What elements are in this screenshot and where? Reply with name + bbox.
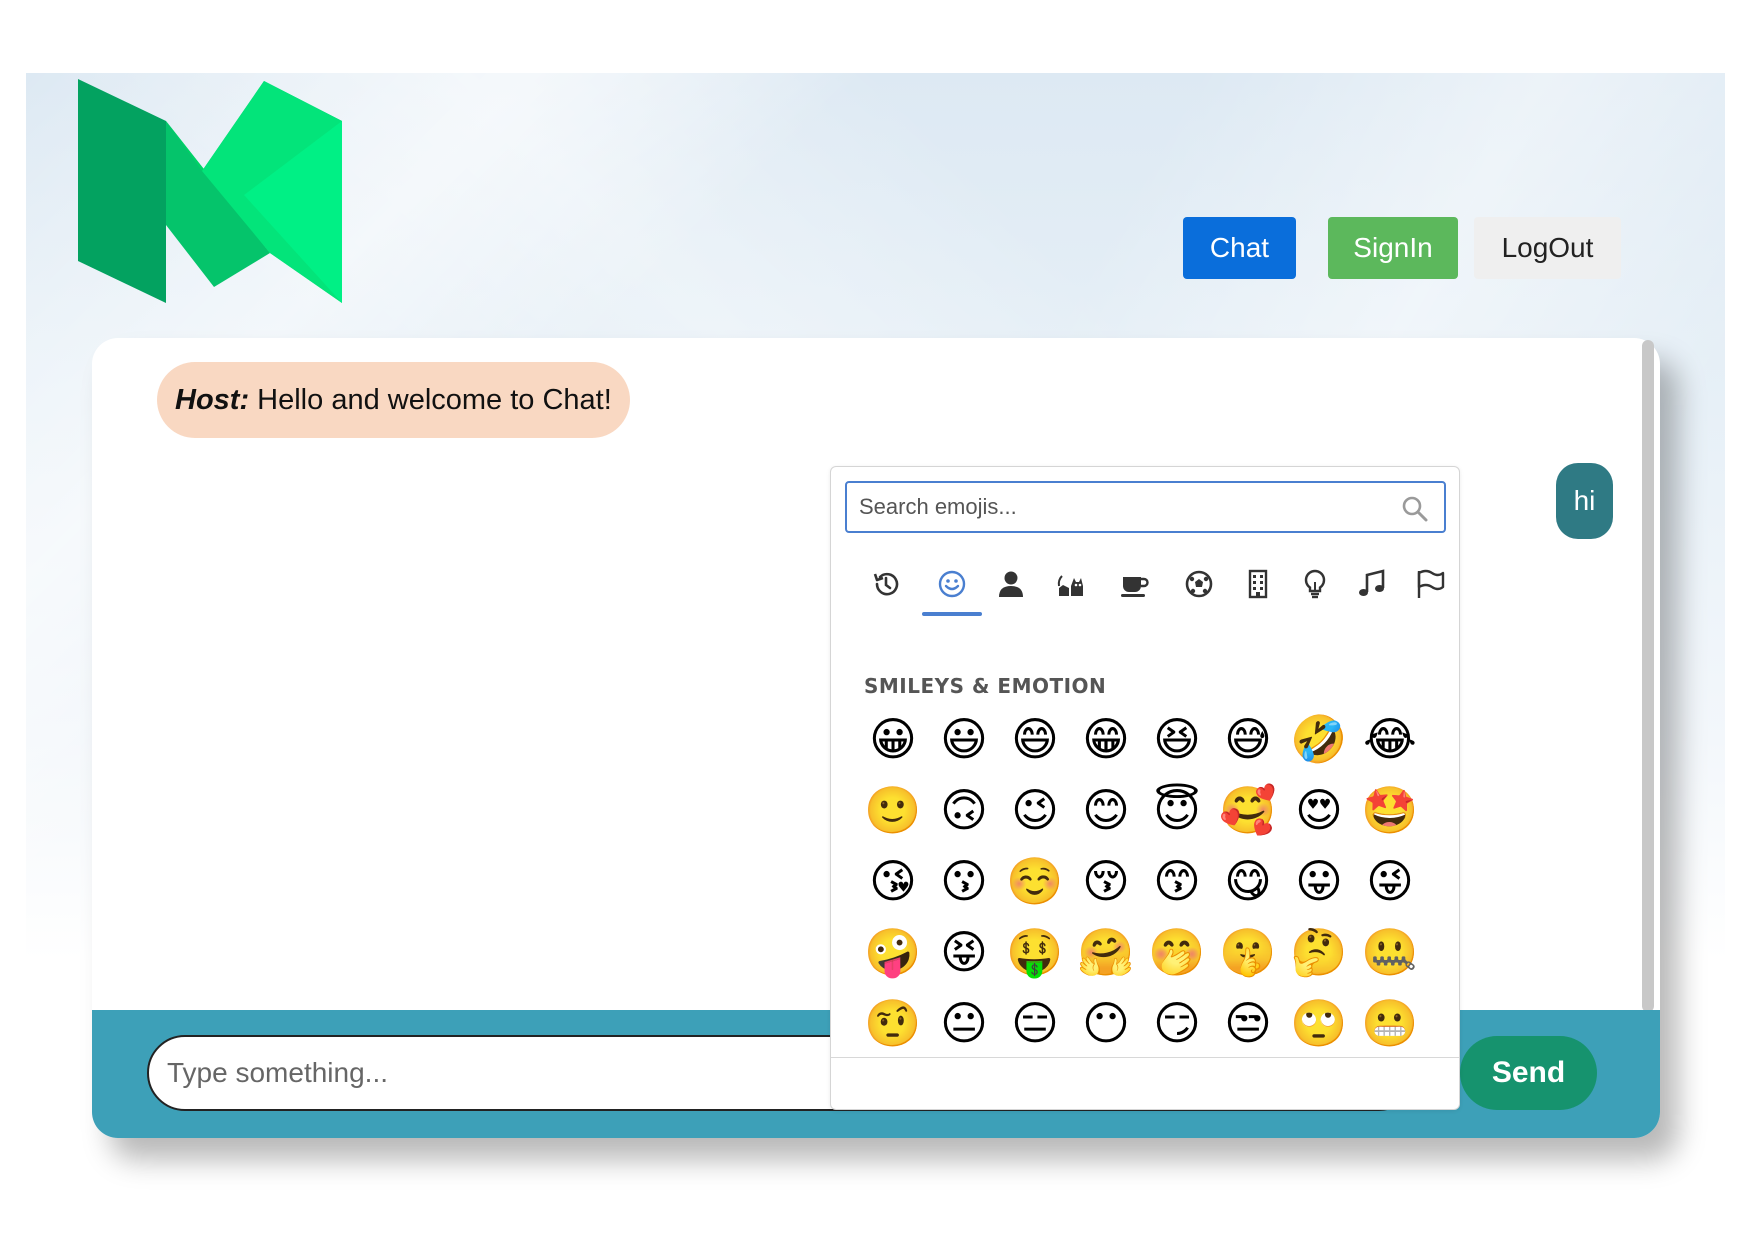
- emoji-item[interactable]: 😂: [1358, 707, 1422, 771]
- emoji-item[interactable]: 🙂: [861, 778, 925, 842]
- emoji-item[interactable]: 🤑: [1003, 920, 1067, 984]
- emoji-item[interactable]: 🤣: [1287, 707, 1351, 771]
- animals-category-icon[interactable]: [1042, 561, 1100, 607]
- emoji-item[interactable]: 😘: [861, 849, 925, 913]
- emoji-item[interactable]: 😛: [1287, 849, 1351, 913]
- emoji-item[interactable]: 🤐: [1358, 920, 1422, 984]
- emoji-item[interactable]: 😊: [1074, 778, 1138, 842]
- emoji-item[interactable]: 😗: [932, 849, 996, 913]
- signin-button[interactable]: SignIn: [1328, 217, 1458, 279]
- emoji-item[interactable]: 🥰: [1216, 778, 1280, 842]
- app-root: Chat SignIn LogOut Host: Hello and welco…: [0, 0, 1748, 1240]
- emoji-item[interactable]: 🤨: [861, 991, 925, 1055]
- activities-category-icon[interactable]: [1170, 561, 1228, 607]
- emoji-grid: 😀 😃 😄 😁 😆 😅 🤣 😂 🙂 🙃 😉 😊 😇 🥰 😍 🤩 😘 😗 ☺️ 😚…: [861, 707, 1441, 1067]
- symbols-category-icon[interactable]: [1343, 561, 1401, 607]
- search-icon: [1402, 496, 1428, 522]
- objects-category-icon[interactable]: [1286, 561, 1344, 607]
- recent-category-icon[interactable]: [857, 561, 915, 607]
- host-message-text: Hello and welcome to Chat!: [257, 384, 612, 416]
- emoji-item[interactable]: 😐: [932, 991, 996, 1055]
- flags-category-icon[interactable]: [1401, 561, 1459, 607]
- emoji-item[interactable]: ☺️: [1003, 849, 1067, 913]
- emoji-item[interactable]: 😇: [1145, 778, 1209, 842]
- emoji-item[interactable]: 😁: [1074, 707, 1138, 771]
- emoji-item[interactable]: 😋: [1216, 849, 1280, 913]
- emoji-item[interactable]: 😶: [1074, 991, 1138, 1055]
- people-category-icon[interactable]: [982, 561, 1040, 607]
- emoji-item[interactable]: 🤫: [1216, 920, 1280, 984]
- send-button[interactable]: Send: [1460, 1036, 1597, 1110]
- emoji-item[interactable]: 🤗: [1074, 920, 1138, 984]
- travel-category-icon[interactable]: [1229, 561, 1287, 607]
- emoji-item[interactable]: 😝: [932, 920, 996, 984]
- chat-button[interactable]: Chat: [1183, 217, 1296, 279]
- host-name: Host:: [175, 384, 250, 416]
- emoji-picker: SMILEYS & EMOTION 😀 😃 😄 😁 😆 😅 🤣 😂 🙂 🙃 😉 …: [830, 466, 1460, 1110]
- emoji-item[interactable]: 🤪: [861, 920, 925, 984]
- active-category-indicator: [922, 612, 982, 616]
- emoji-item[interactable]: 🤩: [1358, 778, 1422, 842]
- user-message: hi: [1556, 463, 1613, 539]
- chat-scrollbar[interactable]: [1642, 340, 1654, 1012]
- emoji-category-bar: [845, 561, 1446, 621]
- smileys-category-icon[interactable]: [923, 561, 981, 607]
- emoji-item[interactable]: 😒: [1216, 991, 1280, 1055]
- emoji-item[interactable]: 🙄: [1287, 991, 1351, 1055]
- emoji-item[interactable]: 😄: [1003, 707, 1067, 771]
- host-message: Host: Hello and welcome to Chat!: [157, 362, 630, 438]
- emoji-item[interactable]: 😚: [1074, 849, 1138, 913]
- medium-logo: [78, 79, 342, 303]
- emoji-item[interactable]: 😏: [1145, 991, 1209, 1055]
- emoji-item[interactable]: 🙃: [932, 778, 996, 842]
- emoji-picker-divider: [831, 1057, 1459, 1058]
- emoji-item[interactable]: 😉: [1003, 778, 1067, 842]
- emoji-item[interactable]: 😙: [1145, 849, 1209, 913]
- emoji-item[interactable]: 😃: [932, 707, 996, 771]
- emoji-item[interactable]: 😆: [1145, 707, 1209, 771]
- emoji-item[interactable]: 😅: [1216, 707, 1280, 771]
- food-category-icon[interactable]: [1106, 561, 1164, 607]
- emoji-item[interactable]: 😬: [1358, 991, 1422, 1055]
- emoji-item[interactable]: 🤭: [1145, 920, 1209, 984]
- emoji-section-title: SMILEYS & EMOTION: [864, 674, 1107, 698]
- emoji-item[interactable]: 😍: [1287, 778, 1351, 842]
- emoji-item[interactable]: 🤔: [1287, 920, 1351, 984]
- emoji-item[interactable]: 😀: [861, 707, 925, 771]
- logout-button[interactable]: LogOut: [1474, 217, 1621, 279]
- emoji-item[interactable]: 😑: [1003, 991, 1067, 1055]
- emoji-search-input[interactable]: [845, 481, 1446, 533]
- emoji-item[interactable]: 😜: [1358, 849, 1422, 913]
